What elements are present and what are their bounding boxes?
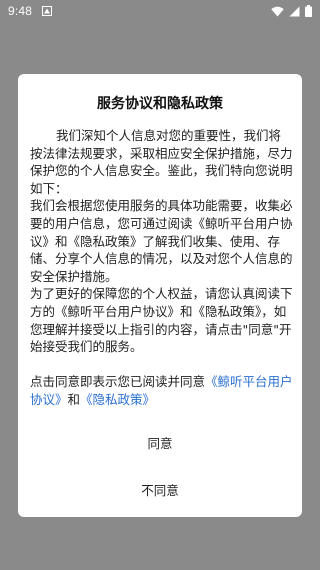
consent-and: 和 [67,391,81,407]
cellular-signal-icon [289,6,300,16]
status-icons [271,5,312,17]
intro-paragraph: 我们深知个人信息对您的重要性，我们将按法律法规要求，采取相应安全保护措施，尽力保… [30,128,293,196]
consent-prefix: 点击同意即表示您已阅读并同意 [30,374,206,390]
consent-statement: 点击同意即表示您已阅读并同意《鲸听平台用户协议》和《隐私政策》 [30,373,293,408]
wifi-icon [271,6,284,16]
collection-paragraph: 我们会根据您使用服务的具体功能需要，收集必要的用户信息，您可通过阅读《鲸听平台用… [30,198,293,284]
status-time: 9:48 [8,4,33,18]
disagree-button[interactable]: 不同意 [18,480,302,499]
app-notification-icon [42,6,52,16]
dialog-title: 服务协议和隐私政策 [97,96,223,112]
privacy-dialog: 服务协议和隐私政策 我们深知个人信息对您的重要性，我们将按法律法规要求，采取相应… [18,74,302,517]
dialog-body: 我们深知个人信息对您的重要性，我们将按法律法规要求，采取相应安全保护措施，尽力保… [30,127,293,409]
privacy-policy-link[interactable]: 《隐私政策》 [80,392,155,407]
rights-paragraph: 为了更好的保障您的个人权益，请您认真阅读下方的《鲸听平台用户协议》和《隐私政策》… [30,286,293,355]
status-bar: 9:48 [0,0,320,24]
battery-icon [305,5,312,17]
agree-button[interactable]: 同意 [18,433,302,452]
